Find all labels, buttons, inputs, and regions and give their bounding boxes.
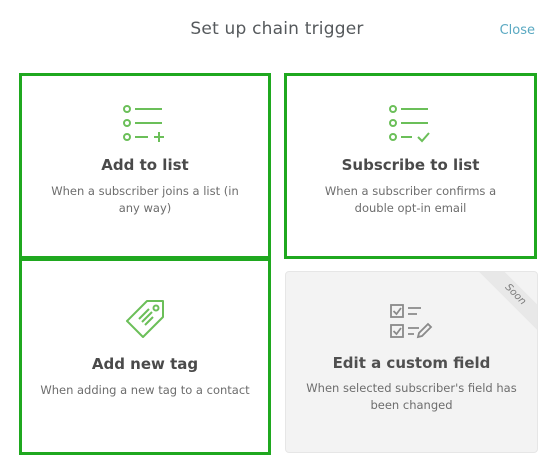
close-link[interactable]: Close (500, 23, 535, 38)
card-title: Add to list (101, 156, 189, 174)
tag-icon (126, 300, 164, 338)
card-edit-custom-field: Soon Edit a custom field When selected s… (285, 271, 538, 453)
list-check-icon (388, 105, 430, 143)
card-add-to-list[interactable]: Add to list When a subscriber joins a li… (19, 73, 271, 259)
card-title: Subscribe to list (341, 156, 480, 174)
dialog-title: Set up chain trigger (190, 19, 364, 39)
card-description: When a subscriber confirms a double opt-… (324, 184, 497, 215)
card-description: When selected subscriber's field has bee… (306, 381, 517, 412)
soon-badge: Soon (473, 272, 537, 337)
card-title: Add new tag (91, 355, 199, 373)
card-title: Edit a custom field (332, 354, 491, 372)
card-description: When adding a new tag to a contact (40, 383, 250, 397)
card-subscribe-to-list[interactable]: Subscribe to list When a subscriber conf… (284, 73, 537, 259)
list-add-icon (123, 105, 164, 142)
card-description: When a subscriber joins a list (in any w… (51, 184, 239, 215)
checklist-edit-icon (389, 304, 432, 339)
card-add-new-tag[interactable]: Add new tag When adding a new tag to a c… (19, 258, 271, 455)
